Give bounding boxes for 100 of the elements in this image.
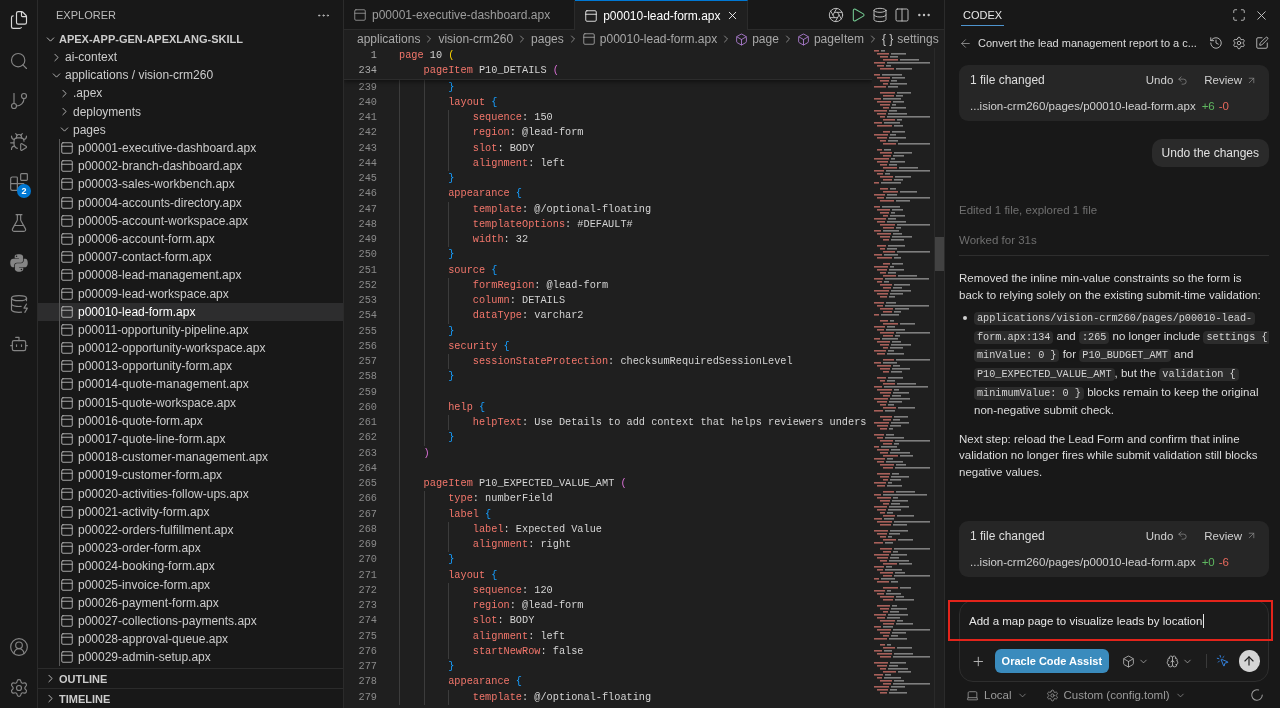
folder-item[interactable]: pages — [38, 120, 343, 139]
line-number: 267 — [357, 506, 378, 522]
duration-text: Worked for 31s — [959, 232, 1269, 256]
breadcrumb-item[interactable]: p00010-lead-form.apx — [599, 32, 718, 46]
code-line: label: Expected Value — [472, 521, 602, 537]
breadcrumb-item[interactable]: vision-crm260 — [438, 32, 514, 46]
file-item[interactable]: p00011-opportunity-pipeline.apx — [38, 320, 343, 339]
file-item[interactable]: p00006-account-form.apx — [38, 229, 343, 249]
pointer-click-icon[interactable] — [1216, 654, 1230, 668]
folder-item[interactable]: ai-context — [38, 48, 343, 67]
breadcrumb-item[interactable]: settings — [897, 32, 939, 46]
database-icon — [8, 293, 29, 314]
file-item[interactable]: p00009-lead-workspace.apx — [38, 284, 343, 303]
folder-item[interactable]: applications / vision-crm260 — [38, 66, 343, 85]
file-item[interactable]: p00016-quote-form.apx — [38, 411, 343, 430]
file-item[interactable]: p00012-opportunity-workspace.apx — [38, 339, 343, 358]
status-text: Edited 1 file, explored 1 file — [959, 203, 1099, 218]
file-icon — [60, 595, 74, 610]
file-link[interactable]: ...ision-crm260/pages/p00010-lead-form.apx — [970, 555, 1196, 568]
line-number: 254 — [357, 308, 378, 324]
settings-icon — [1045, 688, 1059, 702]
file-item[interactable]: p00018-customer-management.apx — [38, 448, 343, 467]
file-icon — [60, 341, 74, 356]
extensions-button[interactable]: 2 — [0, 162, 37, 203]
file-item[interactable]: p00013-opportunity-form.apx — [38, 357, 343, 376]
line-number: 264 — [357, 460, 378, 476]
file-item[interactable]: p00026-payment-form.apx — [38, 593, 343, 612]
file-link[interactable]: ...ision-crm260/pages/p00010-lead-form.apx — [970, 100, 1196, 112]
added-count: +6 — [1201, 100, 1215, 112]
agent-button[interactable]: Oracle Code Assist — [994, 649, 1110, 673]
folder-item[interactable]: .apex — [38, 84, 343, 103]
folder-item[interactable]: deployments — [38, 102, 343, 121]
code-line: slot: BODY — [472, 613, 535, 629]
scrollbar-thumb[interactable] — [935, 237, 944, 271]
code-line: sequence: 150 — [472, 110, 553, 125]
panel-tab[interactable]: CODEX — [961, 4, 1005, 26]
settings-icon[interactable] — [1232, 36, 1246, 50]
file-item[interactable]: p00021-activity-form.apx — [38, 502, 343, 521]
play-icon[interactable] — [850, 6, 866, 23]
editor-tab[interactable]: p00010-lead-form.apx — [575, 0, 748, 30]
file-item[interactable]: p00014-quote-management.apx — [38, 375, 343, 394]
undo-button[interactable]: Undo — [1145, 74, 1189, 86]
message-input[interactable]: Add a map page to visualize leads by location — [960, 601, 1268, 641]
removed-count: -0 — [1218, 100, 1229, 112]
breadcrumb-item[interactable]: applications — [357, 32, 421, 46]
file-icon — [60, 304, 74, 319]
file-item[interactable]: p00023-order-form.apx — [38, 539, 343, 558]
file-item[interactable]: p00024-booking-form.apx — [38, 557, 343, 576]
file-item[interactable]: p00010-lead-form.apx — [38, 302, 343, 321]
file-item[interactable]: p00017-quote-line-form.apx — [38, 429, 343, 449]
review-button[interactable]: Review — [1204, 529, 1257, 542]
code-line: } — [448, 247, 455, 263]
history-icon[interactable] — [1209, 36, 1223, 50]
cube-icon — [735, 32, 749, 46]
file-item[interactable]: p00004-accounts-directory.apx — [38, 193, 343, 212]
file-item[interactable]: p00001-executive-dashboard.apx — [38, 138, 343, 158]
environment-picker[interactable]: Local — [966, 688, 1028, 702]
code-line: region: @lead-form — [472, 598, 584, 613]
file-item[interactable]: p00002-branch-dashboard.apx — [38, 157, 343, 176]
aperture-icon[interactable] — [828, 6, 844, 23]
file-item[interactable]: p00003-sales-workbench.apx — [38, 175, 343, 194]
config-picker[interactable]: Custom (config.toml) — [1045, 688, 1186, 702]
edit-icon[interactable] — [1255, 36, 1269, 50]
file-item[interactable]: p00019-customer-form.apx — [38, 466, 343, 485]
bug-play-icon — [8, 131, 29, 152]
back-arrow-icon[interactable] — [959, 36, 972, 50]
file-item[interactable]: p00025-invoice-form.apx — [38, 575, 343, 594]
review-button[interactable]: Review — [1204, 74, 1257, 86]
breadcrumb-item[interactable]: pages — [531, 32, 564, 46]
section-header[interactable]: APEX-APP-GEN-APEXLANG-SKILL — [38, 30, 343, 48]
file-item[interactable]: p00022-orders-fulfillment.apx — [38, 520, 343, 540]
section-header[interactable]: TIMELINE — [38, 688, 343, 708]
section-header[interactable]: OUTLINE — [38, 668, 343, 688]
code-line: templateOptions: #DEFAULT# — [472, 216, 633, 232]
undo-button[interactable]: Undo — [1145, 529, 1189, 542]
line-number: 272 — [357, 582, 378, 598]
file-item[interactable]: p00028-approval-queue.apx — [38, 630, 343, 649]
file-item[interactable]: p00029-admin-setup.apx — [38, 648, 343, 667]
line-number: 278 — [357, 674, 378, 690]
breadcrumb-item[interactable]: page — [752, 32, 779, 46]
file-item[interactable]: p00007-contact-form.apx — [38, 248, 343, 267]
maximize-icon[interactable] — [1232, 8, 1246, 22]
file-item[interactable]: p00008-lead-management.apx — [38, 266, 343, 285]
file-icon — [60, 250, 74, 265]
line-number: 240 — [357, 94, 378, 110]
file-item[interactable]: p00020-activities-follow-ups.apx — [38, 484, 343, 503]
file-icon — [60, 395, 74, 410]
file-item[interactable]: p00005-account-workspace.apx — [38, 211, 343, 230]
file-icon — [60, 359, 74, 374]
split-editor-icon[interactable] — [894, 6, 910, 23]
code-line: } — [448, 430, 455, 446]
line-number: 244 — [357, 155, 378, 171]
file-item[interactable]: p00015-quote-workspace.apx — [38, 393, 343, 412]
send-button[interactable] — [1238, 650, 1260, 672]
code-line: } — [448, 79, 455, 95]
file-item[interactable]: p00027-collections-payments.apx — [38, 611, 343, 630]
code-line: security { — [448, 338, 510, 354]
database-icon[interactable] — [872, 6, 888, 23]
breadcrumb-item[interactable]: pageItem — [813, 32, 864, 46]
braces-icon: { } — [881, 32, 894, 46]
